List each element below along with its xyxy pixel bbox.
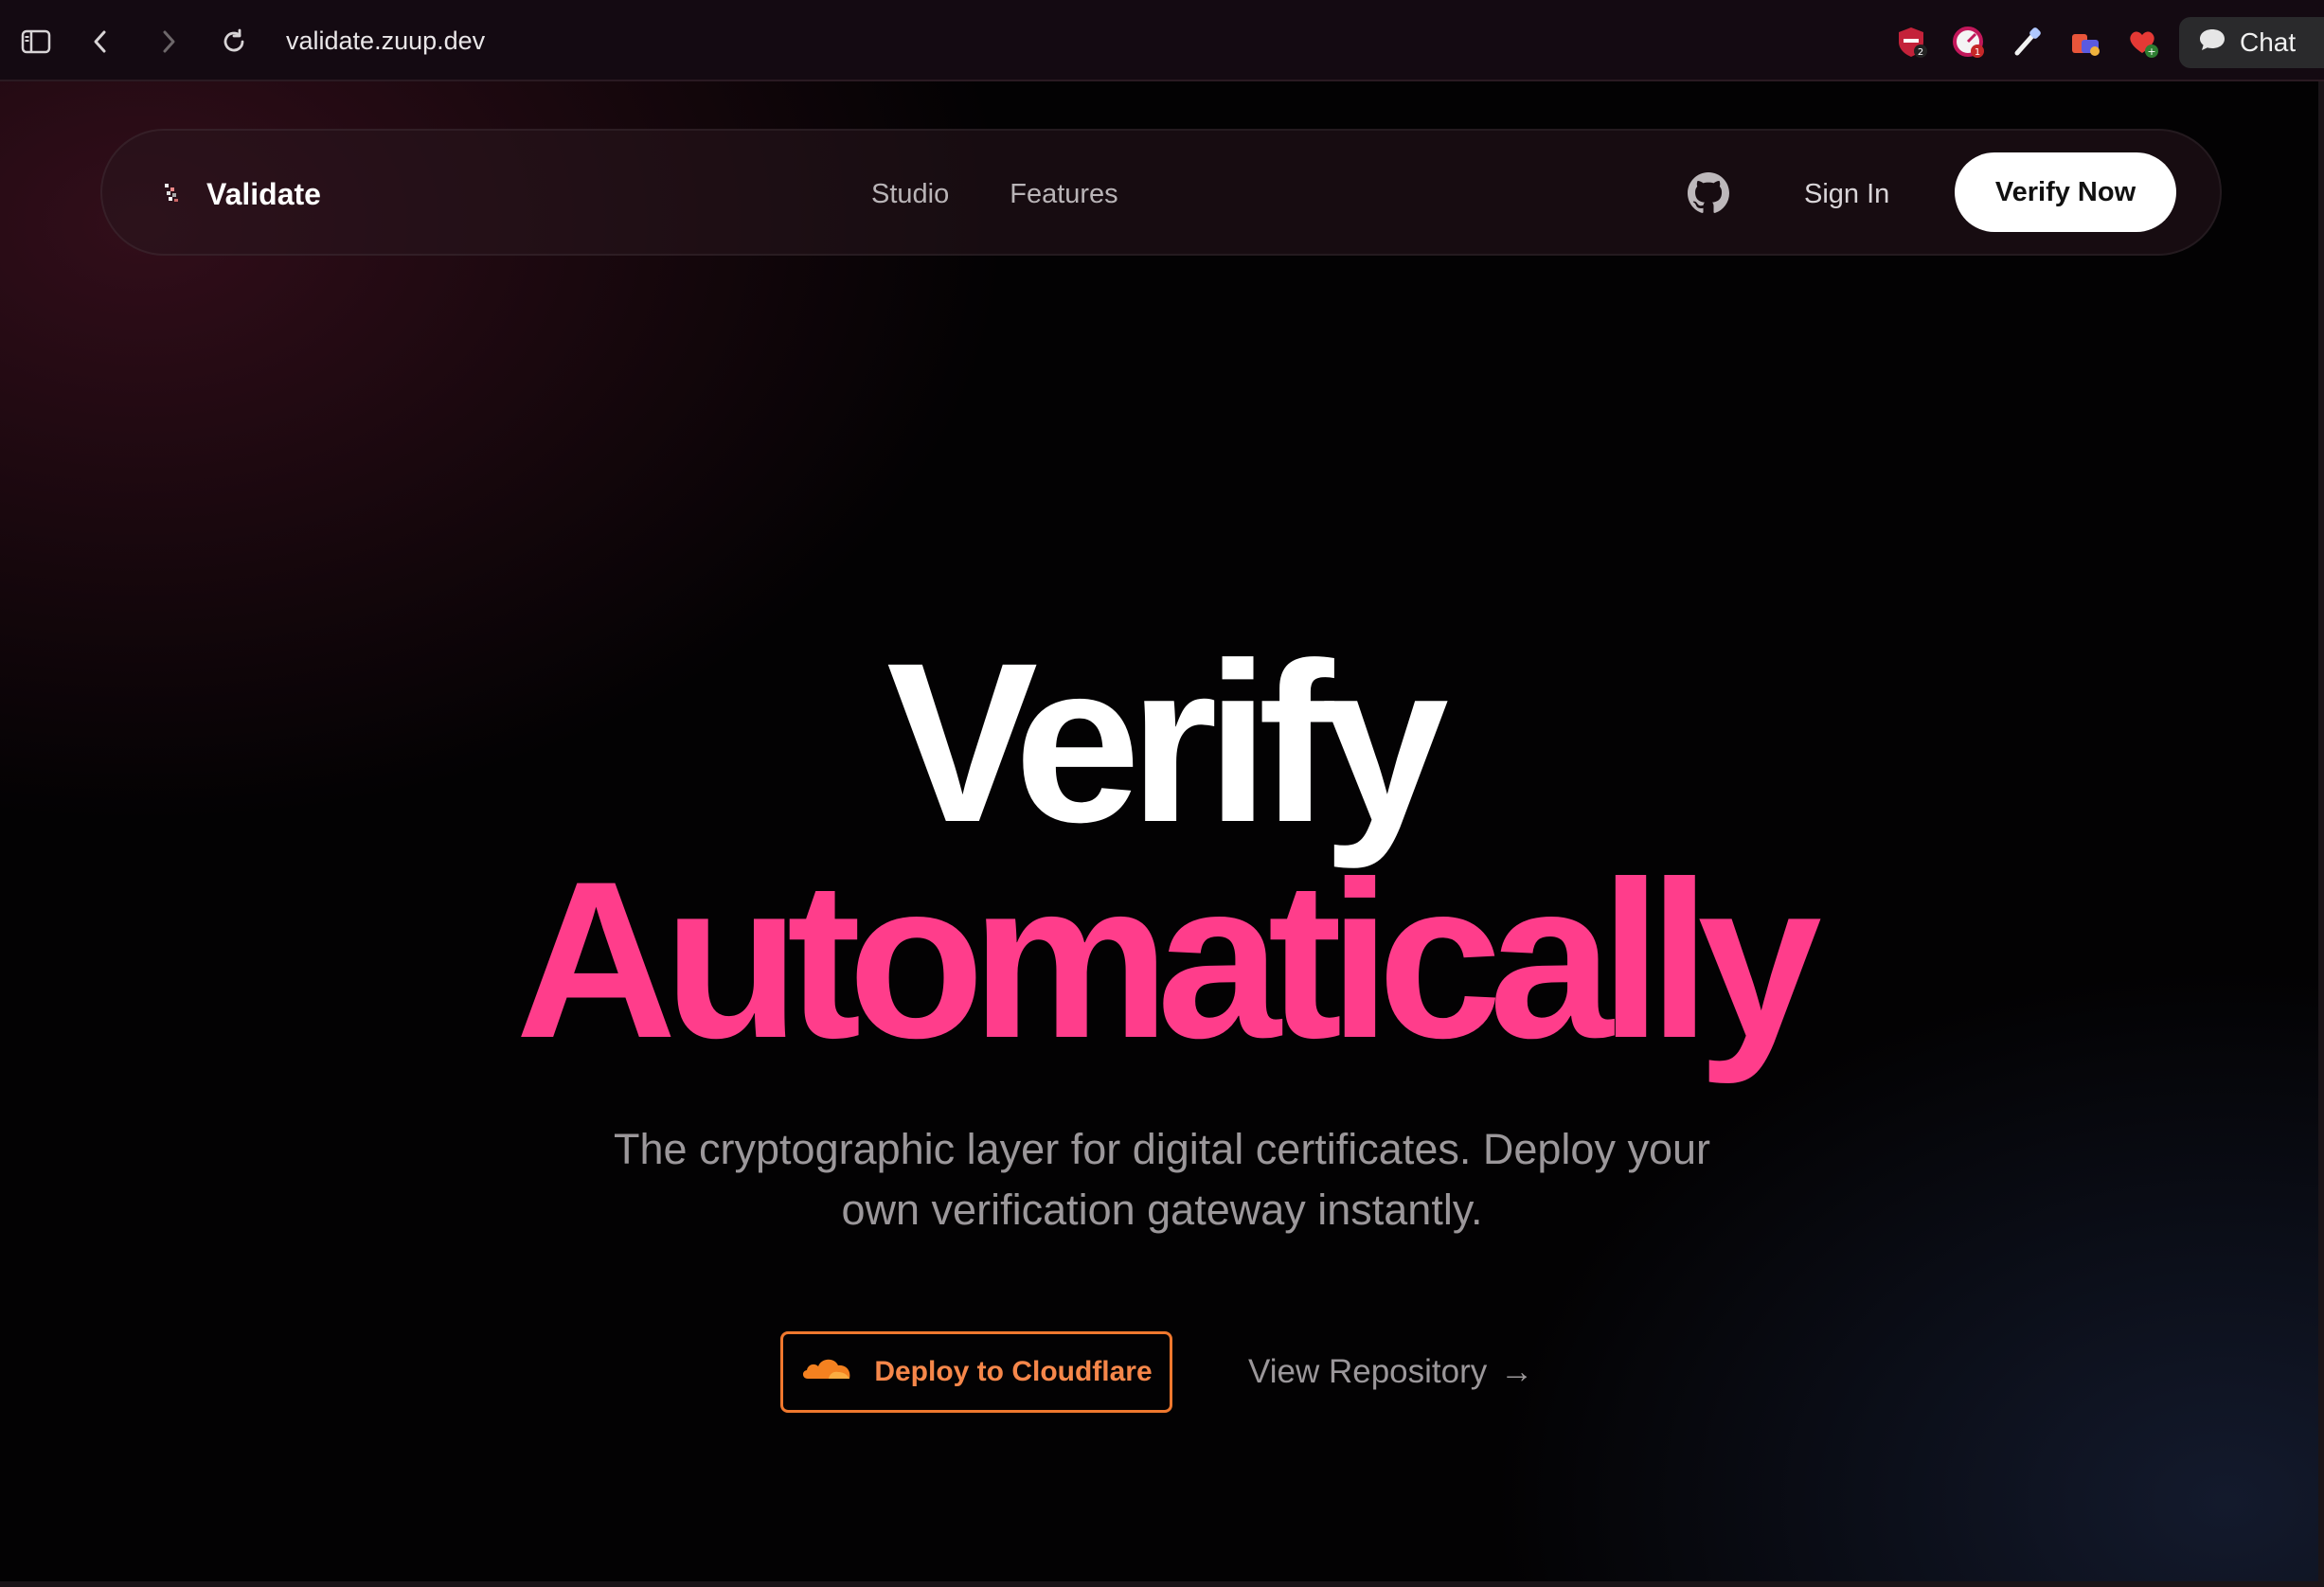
view-repository-label: View Repository: [1248, 1353, 1488, 1390]
svg-text:2: 2: [1918, 47, 1923, 58]
deploy-button-label: Deploy to Cloudflare: [874, 1356, 1153, 1387]
site-navbar: Validate Studio Features Sign In Verify …: [100, 129, 2222, 256]
nav-link-studio[interactable]: Studio: [871, 179, 949, 210]
chat-button[interactable]: Chat: [2179, 17, 2324, 68]
hero-subtitle-line1: The cryptographic layer for digital cert…: [613, 1125, 1710, 1173]
brand-name: Validate: [206, 176, 321, 211]
speed-extension-icon[interactable]: 1: [1949, 23, 1987, 61]
hero-subtitle-line2: own verification gateway instantly.: [841, 1186, 1483, 1234]
svg-text:1: 1: [1975, 47, 1980, 58]
nav-links: Studio Features: [871, 131, 1118, 258]
brand[interactable]: Validate: [161, 131, 321, 258]
github-icon[interactable]: [1688, 172, 1729, 214]
landing-page: Validate Studio Features Sign In Verify …: [0, 81, 2324, 1587]
hero-subtitle: The cryptographic layer for digital cert…: [546, 1119, 1778, 1240]
nav-link-features[interactable]: Features: [1010, 179, 1117, 210]
reload-icon[interactable]: [215, 23, 253, 61]
address-bar[interactable]: validate.zuup.dev: [286, 27, 485, 56]
cloudflare-icon: [800, 1354, 853, 1390]
window-frame-bottom: [0, 1581, 2324, 1587]
sign-in-link[interactable]: Sign In: [1804, 131, 1889, 258]
forward-icon[interactable]: [150, 23, 188, 61]
chat-label: Chat: [2240, 27, 2297, 57]
brand-logo-icon: [161, 180, 182, 209]
heart-extension-icon[interactable]: +: [2123, 23, 2161, 61]
window-frame-right: [2318, 81, 2324, 1587]
back-icon[interactable]: [81, 23, 119, 61]
browser-toolbar: validate.zuup.dev 2 1 + Chat: [0, 0, 2324, 81]
hero-title-line2: Automatically: [515, 835, 1821, 1085]
hero-title-line1: Verify: [886, 615, 1449, 869]
sidebar-toggle-icon[interactable]: [17, 23, 55, 61]
eyedropper-extension-icon[interactable]: [2008, 23, 2046, 61]
arrow-right-icon: →: [1500, 1353, 1534, 1390]
colorful-extension-icon[interactable]: [2066, 23, 2104, 61]
chat-icon: [2198, 27, 2226, 60]
view-repository-link[interactable]: View Repository →: [1248, 1331, 1533, 1413]
shield-extension-icon[interactable]: 2: [1892, 23, 1930, 61]
verify-now-button[interactable]: Verify Now: [1955, 152, 2176, 232]
deploy-to-cloudflare-button[interactable]: Deploy to Cloudflare: [780, 1331, 1172, 1413]
svg-text:+: +: [2147, 45, 2155, 58]
